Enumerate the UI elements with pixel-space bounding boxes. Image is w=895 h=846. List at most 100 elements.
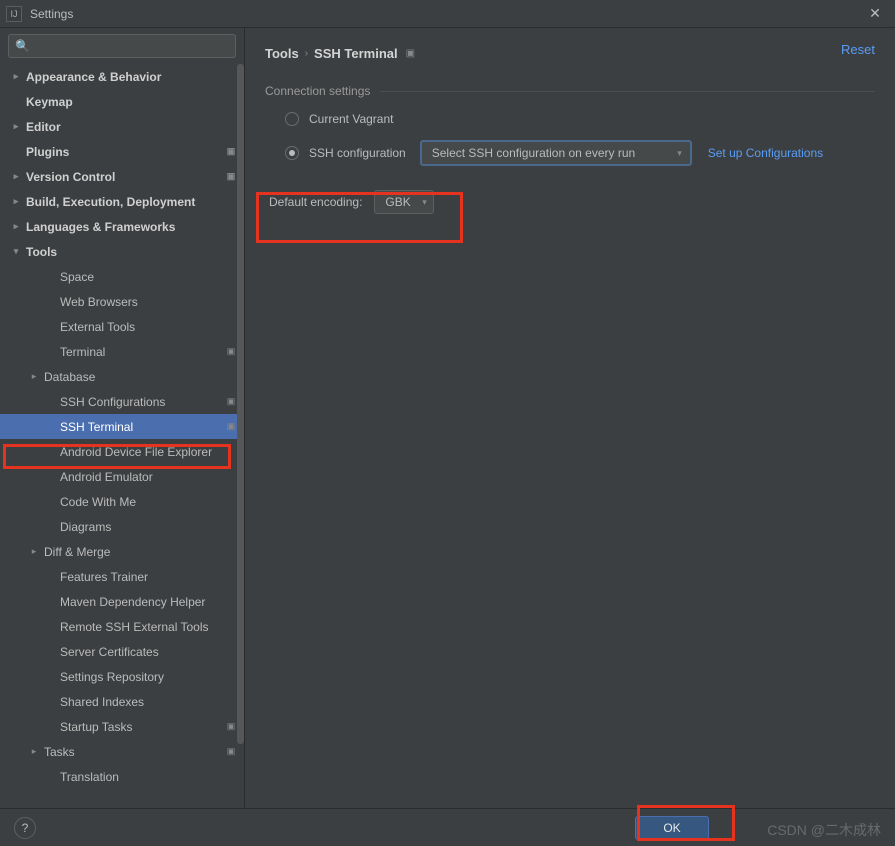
sidebar-item-label: Editor bbox=[26, 120, 61, 134]
ok-button[interactable]: OK bbox=[635, 816, 709, 840]
radio-label: Current Vagrant bbox=[309, 112, 394, 126]
ssh-config-select[interactable]: Select SSH configuration on every run bbox=[420, 140, 692, 166]
sidebar-item[interactable]: Remote SSH External Tools bbox=[0, 614, 244, 639]
sidebar-item[interactable]: Keymap bbox=[0, 89, 244, 114]
radio-ssh-configuration[interactable] bbox=[285, 146, 299, 160]
sidebar-item[interactable]: SSH Configurations bbox=[0, 389, 244, 414]
scrollbar[interactable] bbox=[237, 64, 244, 808]
sidebar-item[interactable]: Editor bbox=[0, 114, 244, 139]
sidebar-item[interactable]: Terminal bbox=[0, 339, 244, 364]
sidebar-item-label: Version Control bbox=[26, 170, 115, 184]
sidebar-item[interactable]: Diagrams bbox=[0, 514, 244, 539]
sidebar-item-label: External Tools bbox=[60, 320, 135, 334]
radio-current-vagrant[interactable] bbox=[285, 112, 299, 126]
breadcrumb-root[interactable]: Tools bbox=[265, 46, 299, 61]
setup-configurations-link[interactable]: Set up Configurations bbox=[708, 146, 823, 160]
encoding-label: Default encoding: bbox=[269, 195, 362, 209]
sidebar-item-label: Diff & Merge bbox=[44, 545, 110, 559]
dialog-footer: ? OK bbox=[0, 808, 895, 846]
sidebar-item[interactable]: External Tools bbox=[0, 314, 244, 339]
main-area: 🔍 Appearance & Behavior Keymap Editor Plugi… bbox=[0, 28, 895, 808]
chevron-right-icon: › bbox=[305, 48, 308, 59]
sidebar-item-label: Database bbox=[44, 370, 95, 384]
breadcrumb: Tools › SSH Terminal ▣ bbox=[265, 40, 875, 66]
module-icon bbox=[226, 147, 236, 157]
encoding-select[interactable]: GBK bbox=[374, 190, 433, 214]
sidebar-item-label: SSH Terminal bbox=[60, 420, 133, 434]
module-icon: ▣ bbox=[406, 48, 415, 59]
sidebar-item[interactable]: Android Device File Explorer bbox=[0, 439, 244, 464]
chevron-right-icon[interactable] bbox=[10, 221, 22, 233]
radio-row-vagrant[interactable]: Current Vagrant bbox=[265, 112, 875, 126]
sidebar-item-label: Remote SSH External Tools bbox=[60, 620, 209, 634]
sidebar-item[interactable]: Web Browsers bbox=[0, 289, 244, 314]
sidebar-item[interactable]: Settings Repository bbox=[0, 664, 244, 689]
sidebar-item[interactable]: Appearance & Behavior bbox=[0, 64, 244, 89]
sidebar-item[interactable]: Shared Indexes bbox=[0, 689, 244, 714]
sidebar-item[interactable]: SSH Terminal bbox=[0, 414, 244, 439]
reset-link[interactable]: Reset bbox=[841, 42, 875, 57]
select-value: GBK bbox=[385, 195, 410, 209]
section-connection-settings: Connection settings bbox=[265, 84, 875, 98]
chevron-right-icon[interactable] bbox=[28, 371, 40, 383]
sidebar-item[interactable]: Translation bbox=[0, 764, 244, 789]
sidebar-item[interactable]: Plugins bbox=[0, 139, 244, 164]
sidebar-item[interactable]: Languages & Frameworks bbox=[0, 214, 244, 239]
sidebar-item[interactable]: Features Trainer bbox=[0, 564, 244, 589]
content-pane: Tools › SSH Terminal ▣ Reset Connection … bbox=[245, 28, 895, 808]
sidebar-item-label: Diagrams bbox=[60, 520, 111, 534]
sidebar-item[interactable]: Startup Tasks bbox=[0, 714, 244, 739]
chevron-down-icon[interactable] bbox=[10, 246, 22, 258]
radio-label: SSH configuration bbox=[309, 146, 406, 160]
sidebar-item-label: Code With Me bbox=[60, 495, 136, 509]
sidebar-item-label: Tasks bbox=[44, 745, 75, 759]
breadcrumb-leaf: SSH Terminal bbox=[314, 46, 398, 61]
search-icon: 🔍 bbox=[15, 39, 30, 53]
sidebar-item-label: Languages & Frameworks bbox=[26, 220, 175, 234]
sidebar-item-label: Startup Tasks bbox=[60, 720, 132, 734]
sidebar-item[interactable]: Maven Dependency Helper bbox=[0, 589, 244, 614]
help-icon: ? bbox=[22, 821, 29, 835]
sidebar-item[interactable]: Diff & Merge bbox=[0, 539, 244, 564]
sidebar-item-label: Build, Execution, Deployment bbox=[26, 195, 195, 209]
sidebar-item[interactable]: Database bbox=[0, 364, 244, 389]
settings-tree: Appearance & Behavior Keymap Editor Plugins… bbox=[0, 64, 244, 808]
sidebar-item-label: Features Trainer bbox=[60, 570, 148, 584]
sidebar-item[interactable]: Tasks bbox=[0, 739, 244, 764]
sidebar-item-label: Space bbox=[60, 270, 94, 284]
app-logo-icon: IJ bbox=[6, 6, 22, 22]
section-label: Connection settings bbox=[265, 84, 370, 98]
module-icon bbox=[226, 747, 236, 757]
radio-row-ssh-config[interactable]: SSH configuration Select SSH configurati… bbox=[265, 140, 875, 166]
sidebar-item-label: Plugins bbox=[26, 145, 69, 159]
sidebar-item[interactable]: Code With Me bbox=[0, 489, 244, 514]
settings-sidebar: 🔍 Appearance & Behavior Keymap Editor Plugi… bbox=[0, 28, 245, 808]
ok-label: OK bbox=[663, 821, 680, 835]
window-title: Settings bbox=[30, 7, 73, 21]
chevron-right-icon[interactable] bbox=[28, 546, 40, 558]
close-button[interactable]: ✕ bbox=[861, 0, 889, 28]
sidebar-item[interactable]: Tools bbox=[0, 239, 244, 264]
sidebar-item-label: Android Emulator bbox=[60, 470, 153, 484]
chevron-right-icon[interactable] bbox=[10, 71, 22, 83]
default-encoding-row: Default encoding: GBK bbox=[265, 190, 875, 214]
search-input[interactable]: 🔍 bbox=[8, 34, 236, 58]
sidebar-item[interactable]: Android Emulator bbox=[0, 464, 244, 489]
help-button[interactable]: ? bbox=[14, 817, 36, 839]
sidebar-item[interactable]: Build, Execution, Deployment bbox=[0, 189, 244, 214]
sidebar-item-label: Server Certificates bbox=[60, 645, 159, 659]
sidebar-item-label: Terminal bbox=[60, 345, 105, 359]
chevron-right-icon[interactable] bbox=[10, 121, 22, 133]
close-icon: ✕ bbox=[869, 5, 881, 22]
sidebar-item-label: Appearance & Behavior bbox=[26, 70, 161, 84]
divider bbox=[380, 91, 875, 92]
sidebar-item[interactable]: Server Certificates bbox=[0, 639, 244, 664]
module-icon bbox=[226, 397, 236, 407]
sidebar-item[interactable]: Space bbox=[0, 264, 244, 289]
scrollbar-thumb[interactable] bbox=[237, 64, 244, 744]
chevron-right-icon[interactable] bbox=[10, 196, 22, 208]
chevron-right-icon[interactable] bbox=[10, 171, 22, 183]
sidebar-item-label: SSH Configurations bbox=[60, 395, 165, 409]
sidebar-item[interactable]: Version Control bbox=[0, 164, 244, 189]
chevron-right-icon[interactable] bbox=[28, 746, 40, 758]
